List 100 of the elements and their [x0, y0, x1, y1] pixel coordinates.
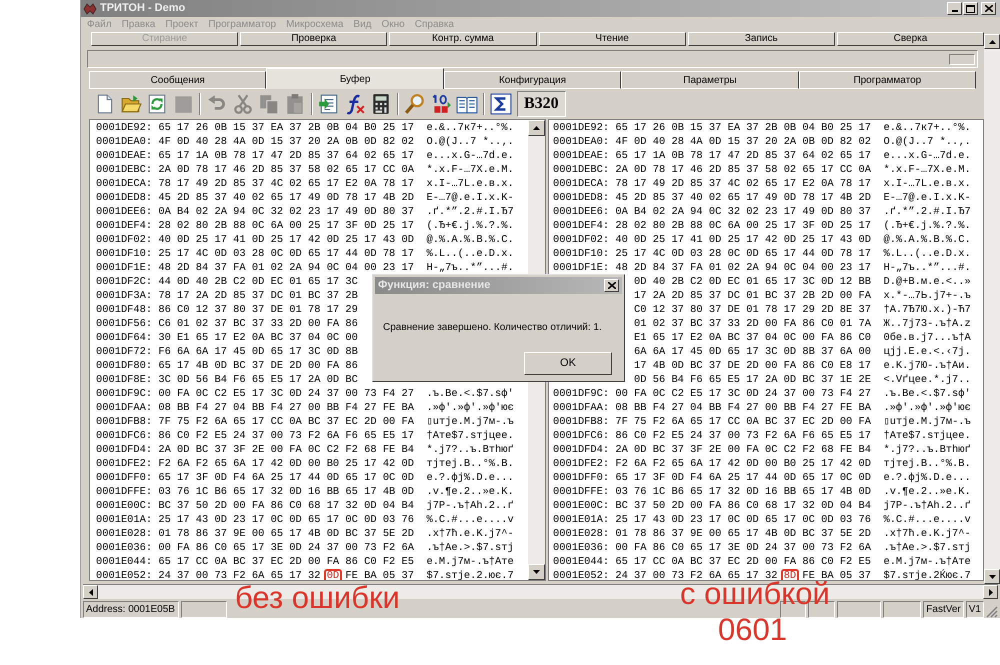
- ascii-text: $7.sтje.2Ќює.7: [883, 569, 971, 580]
- ascii-text: .x†7ћ.e.K.j7^-: [426, 527, 514, 541]
- address-label: 0001DEF4:: [96, 220, 152, 232]
- ascii-text: j7P-.ъ†Аh.2..ґ: [426, 499, 514, 513]
- address-label: 0001DEBC:: [553, 164, 610, 176]
- hex-bytes: C6 01 02 37 BC 37 33 2D 00 FA 86: [158, 317, 358, 331]
- address-label: 0001DF8E:: [96, 374, 152, 386]
- hex-bytes: 78 17 49 2D 85 37 4C 02 65 17 E2 0A 78 17: [158, 177, 414, 191]
- hex-bytes: 2A 0D 78 17 46 2D 85 37 58 02 65 17 CC 0A: [615, 163, 871, 177]
- ascii-text: †Ате$7.sтjцeе.: [426, 429, 514, 443]
- address-label: 0001E028:: [96, 528, 152, 540]
- address-label: 0001DF64:: [96, 332, 152, 344]
- annotation-text: без ошибки: [235, 582, 400, 613]
- hex-bytes: 00 FA 0C C2 E5 17 3C 0D 24 37 00 73 F4 27: [158, 387, 414, 401]
- status-field: FastVer: [923, 601, 964, 618]
- hex-bytes: 48 2D 84 37 FA 01 02 2A 94 0C 04 00 23 17: [158, 261, 414, 275]
- annotation-text: с ошибкой: [680, 578, 830, 609]
- status-field: V1: [966, 601, 984, 618]
- hex-bytes: 65 17 26 0B 15 37 EA 37 2B 0B 04 B0 25 17: [615, 121, 871, 135]
- hex-bytes: 0D 40 2B C2 0D EC 01 65 17 3C 0D 12 BB: [634, 275, 871, 289]
- address-label: 0001DFC6:: [553, 430, 610, 442]
- hex-bytes: 45 2D 85 37 40 02 65 17 49 0D 78 17 4B 2D: [615, 191, 871, 205]
- hex-bytes: 00 FA 0C C2 E5 17 3C 0D 24 37 00 73 F4 27: [615, 387, 871, 401]
- ascii-text: e.&..7к7+..°%.: [426, 121, 514, 135]
- ascii-text: .ґ.*”.2.#.I.Ђ7: [883, 205, 971, 219]
- hex-bytes: 6A 6A 17 45 0D 65 17 3C 0D 8B 37 6A 00: [634, 345, 871, 359]
- ascii-text: j7P-.ъ†Аh.2..ґ: [883, 499, 971, 513]
- hex-bytes: 7F 75 F2 6A 65 17 CC 0A BC 37 EC 2D 00 FA: [158, 415, 414, 429]
- hex-bytes: 45 2D 85 37 40 02 65 17 49 0D 78 17 4B 2D: [158, 191, 414, 205]
- ascii-text: .ъ†Аe.>.$7.sтj: [883, 541, 971, 555]
- ascii-text: 0бe.в.j7...ъ†А: [883, 331, 971, 345]
- address-label: 0001DEA0:: [96, 136, 152, 148]
- ascii-text: тjтej.B..°%.B.: [426, 457, 514, 471]
- ascii-text: H-„7ъ..*”...#.: [883, 261, 971, 275]
- address-label: 0001DF56:: [96, 318, 152, 330]
- hex-bytes: 01 78 86 37 9E 00 65 17 4B 0D BC 37 5E 2D: [158, 527, 414, 541]
- hex-bytes: C0 12 37 80 37 DE 01 78 17 29 2D 8E 37: [634, 303, 871, 317]
- hex-bytes: 17 2A 2D 85 37 DC 01 BC 37 2B 2D 00 FA: [634, 289, 871, 303]
- ascii-text: %.C.#...e....v: [883, 513, 971, 527]
- ascii-text: ▯uтje.М.j7м-.ъ: [883, 415, 971, 429]
- ascii-text: $7.sтje.2.ює.7: [426, 569, 514, 580]
- hex-bytes: 25 17 4C 0D 03 28 0C 0D 65 17 44 0D 78 17: [615, 247, 871, 261]
- hex-bytes: E1 65 17 E2 0A BC 37 04 0C 00 FA 86 C0: [634, 331, 871, 345]
- address-label: 0001DFFE:: [96, 486, 152, 498]
- hex-bytes: 78 17 2A 2D 85 37 DC 01 BC 37 2B: [158, 289, 358, 303]
- ascii-text: <.Vґцeе.*.j7..: [883, 373, 971, 387]
- address-label: 0001DECA:: [553, 178, 610, 190]
- hex-bytes: 40 0D 25 17 41 0D 25 17 42 0D 25 17 43 0D: [158, 233, 414, 247]
- hex-bytes: 24 37 00 73 F2 6A 65 17 32: [615, 569, 778, 580]
- ascii-text: x.I-…7L.e.в.x.: [883, 177, 971, 191]
- address-label: 0001E01A:: [553, 514, 610, 526]
- ascii-text: e.?.фj%.D.e...: [883, 471, 971, 485]
- ascii-text: e...x.G-…7d.e.: [883, 149, 971, 163]
- hex-bytes: 2A 0D BC 37 3F 2E 00 FA 0C C2 F2 68 FE B4: [615, 443, 871, 457]
- ascii-text: (.Ђ+€.j.%.?.%.: [883, 219, 971, 233]
- ascii-text: †Ате$7.sтjцeе.: [883, 429, 971, 443]
- ascii-text: .v.¶e.2..»e.K.: [883, 485, 971, 499]
- hex-bytes: 40 0D 25 17 41 0D 25 17 42 0D 25 17 43 0D: [615, 233, 871, 247]
- dialog-message: Сравнение завершено. Количество отличий: 1.: [383, 322, 602, 333]
- address-label: 0001DF10:: [96, 248, 152, 260]
- address-label: 0001E052:: [553, 570, 610, 580]
- address-label: 0001E028:: [553, 528, 610, 540]
- hex-bytes: 28 02 80 2B 88 0C 6A 00 25 17 3F 0D 25 17: [158, 219, 414, 233]
- hex-bytes: 01 02 37 BC 37 33 2D 00 FA 86 C0 01 7A: [634, 317, 871, 331]
- address-label: 0001E036:: [553, 542, 610, 554]
- address-label: 0001DF02:: [553, 234, 610, 246]
- address-label: 0001DF10:: [553, 248, 610, 260]
- hex-bytes: 65 17 CC 0A BC 37 EC 2D 00 FA 86 C0 F2 E5: [158, 555, 414, 569]
- ascii-text: .ъ†Аe.>.$7.sтj: [426, 541, 514, 555]
- hex-bytes: 00 FA 86 C0 65 17 3E 0D 24 37 00 73 F2 6A: [615, 541, 871, 555]
- address-label: 0001DECA:: [96, 178, 152, 190]
- hex-bytes: BC 37 50 2D 00 FA 86 C0 68 17 32 0D 04 B4: [158, 499, 414, 513]
- address-label: 0001DFC6:: [96, 430, 152, 442]
- hex-bytes: 7F 75 F2 6A 65 17 CC 0A BC 37 EC 2D 00 FA: [615, 415, 871, 429]
- address-label: 0001DEBC:: [96, 164, 152, 176]
- address-label: 0001DFD4:: [553, 444, 610, 456]
- ascii-text: x.I-…7L.e.в.x.: [426, 177, 514, 191]
- address-label: 0001E01A:: [96, 514, 152, 526]
- hex-bytes: FE BA 05 37: [345, 569, 414, 580]
- hex-bytes: 44 0D 40 2B C2 0D EC 01 65 17 3C: [158, 275, 358, 289]
- ascii-text: .x†7ћ.e.K.j7^-: [883, 527, 971, 541]
- address-label: 0001DE92:: [553, 122, 610, 134]
- ascii-text: .»ф'.»ф'.»ф'ює: [426, 401, 514, 415]
- dialog-title: Функция: сравнение: [378, 278, 490, 294]
- hex-bytes: BC 37 50 2D 00 FA 86 C0 68 17 32 0D 04 B4: [615, 499, 871, 513]
- address-label: 0001DFAA:: [96, 402, 152, 414]
- address-label: 0001DF2C:: [96, 276, 152, 288]
- ascii-text: e.K.j7Ю-.ъ†Аи.: [883, 359, 971, 373]
- address-label: 0001DF72:: [96, 346, 152, 358]
- hex-bytes: 0A B4 02 2A 94 0C 32 02 23 17 49 0D 80 37: [158, 205, 414, 219]
- hex-bytes: 01 78 86 37 9E 00 65 17 4B 0D BC 37 5E 2D: [615, 527, 871, 541]
- ascii-text: e.М.j7м-.ъ†Ате: [426, 555, 514, 569]
- hex-bytes: 2A 0D 78 17 46 2D 85 37 58 02 65 17 CC 0A: [158, 163, 414, 177]
- address-label: 0001E00C:: [96, 500, 152, 512]
- ascii-text: .ъ.Ве.<.$7.sф': [883, 387, 971, 401]
- address-label: 0001DEAE:: [96, 150, 152, 162]
- hex-bytes: 86 C0 F2 E5 24 37 00 73 F2 6A F6 65 E5 17: [615, 429, 871, 443]
- address-label: 0001DF1E:: [553, 262, 610, 274]
- ascii-text: ▯uтje.М.j7м-.ъ: [426, 415, 514, 429]
- address-label: 0001DF9C:: [96, 388, 152, 400]
